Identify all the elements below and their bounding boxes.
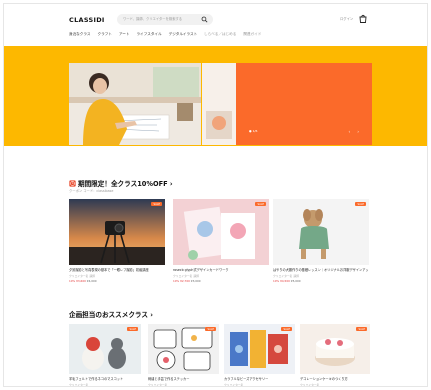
class-card-image: SALE: [300, 324, 370, 374]
nav-item[interactable]: ライフスタイル: [136, 32, 161, 37]
class-instructor: クリエイター名 講師: [173, 274, 199, 278]
class-title[interactable]: rosecb glyph式デザインカードワーク: [173, 268, 269, 272]
sale-badge: SALE: [281, 327, 292, 331]
hero-slide-thumb: [202, 63, 236, 145]
section-title-text: 企画担当のおススメクラス: [69, 311, 148, 319]
search-placeholder: ワード、講師、クリエイターを検索する: [123, 17, 183, 21]
login-link[interactable]: ログイン: [340, 16, 353, 21]
class-instructor: クリエイター名: [69, 383, 89, 387]
nav-item[interactable]: 身近なクラス: [69, 32, 91, 37]
class-card[interactable]: SALE 羊毛フェルトで作るネコのマスコット クリエイター名: [69, 324, 141, 387]
class-card[interactable]: SALE カラフルなビーズアクセサリー クリエイター名: [224, 324, 295, 387]
class-card[interactable]: SALE 夕景撮影と写真表現の基本で「一眼レフ撮影」初級講座 クリエイター名 講…: [69, 199, 165, 283]
class-card[interactable]: SALE rosecb glyph式デザインカードワーク クリエイター名 講師 …: [173, 199, 269, 283]
class-title[interactable]: デコレーションケーキのつくり方: [300, 377, 370, 381]
sale-badge: SALE: [127, 327, 138, 331]
secondary-nav: しらべる／はじめる 関連ガイド: [204, 32, 261, 37]
class-card-image: SALE: [173, 199, 269, 265]
class-card-image: SALE: [148, 324, 219, 374]
regular-price: ¥4,000: [86, 279, 97, 283]
sale-badge: SALE: [355, 202, 366, 206]
class-instructor: クリエイター名: [148, 383, 168, 387]
section-title-text: 期間限定！全クラス10%OFF: [78, 180, 168, 188]
class-card[interactable]: SALE はやりの犬服作りの基礎レッスン｜オリジナルお洋服デザインアップ クリエ…: [273, 199, 369, 283]
class-title[interactable]: 夕景撮影と写真表現の基本で「一眼レフ撮影」初級講座: [69, 268, 165, 272]
clock-icon: [69, 180, 76, 187]
search-icon[interactable]: [201, 16, 208, 23]
sale-badge: SALE: [255, 202, 266, 206]
nav-item[interactable]: アート: [119, 32, 130, 37]
class-instructor: クリエイター名: [224, 383, 244, 387]
regular-price: ¥3,000: [190, 279, 201, 283]
regular-price: ¥5,000: [290, 279, 301, 283]
sale-price: 10% ¥3,600: [69, 279, 86, 283]
class-card[interactable]: SALE デコレーションケーキのつくり方 クリエイター名: [300, 324, 370, 387]
class-price: 10% ¥2,700 ¥3,000: [173, 279, 269, 283]
sale-badge: SALE: [356, 327, 367, 331]
class-card-image: SALE: [69, 324, 141, 374]
site-header: CLASSIDI ワード、講師、クリエイターを検索する ログイン 身近なクラス …: [4, 4, 427, 48]
class-card-image: SALE: [224, 324, 295, 374]
class-title[interactable]: 羊毛フェルトで作るネコのマスコット: [69, 377, 141, 381]
site-logo[interactable]: CLASSIDI: [69, 16, 105, 24]
photo-dog: [273, 199, 369, 265]
hero-photo: [69, 63, 201, 145]
class-card[interactable]: SALE 刺繍と手芸で作るステッカー クリエイター名: [148, 324, 219, 387]
class-instructor: クリエイター名: [300, 383, 320, 387]
nav-item[interactable]: クラフト: [98, 32, 112, 37]
nav-item[interactable]: デジタルイラスト: [169, 32, 198, 37]
cart-icon[interactable]: [359, 14, 367, 23]
slide-indicator[interactable]: ● 1/6: [249, 129, 257, 133]
hero-banner[interactable]: ● 1/6 ‹ ›: [4, 46, 427, 146]
sale-badge: SALE: [151, 202, 162, 206]
class-title[interactable]: はやりの犬服作りの基礎レッスン｜オリジナルお洋服デザインアップ: [273, 268, 369, 272]
class-card-image: SALE: [69, 199, 165, 265]
category-nav: 身近なクラス クラフト アート ライフスタイル デジタルイラスト: [69, 32, 197, 37]
class-instructor: クリエイター名 講師: [69, 274, 95, 278]
sale-badge: SALE: [205, 327, 216, 331]
class-title[interactable]: 刺繍と手芸で作るステッカー: [148, 377, 219, 381]
hero-slide-card[interactable]: ● 1/6 ‹ ›: [202, 63, 372, 145]
nav-item[interactable]: しらべる／はじめる: [204, 32, 236, 37]
chevron-right-icon: ›: [148, 311, 154, 319]
photo-cake: [300, 324, 370, 374]
chevron-right-icon: ›: [167, 180, 173, 188]
class-card-image: SALE: [273, 199, 369, 265]
search-bar[interactable]: ワード、講師、クリエイターを検索する: [117, 14, 213, 25]
photo-cards: [173, 199, 269, 265]
class-title[interactable]: カラフルなビーズアクセサリー: [224, 377, 295, 381]
slide-arrows[interactable]: ‹ ›: [349, 129, 362, 134]
photo-stickers: [148, 324, 219, 374]
photo-beads: [224, 324, 295, 374]
nav-item[interactable]: 関連ガイド: [243, 32, 261, 37]
class-instructor: クリエイター名 講師: [273, 274, 299, 278]
class-price: 10% ¥3,600 ¥4,000: [69, 279, 165, 283]
photo-sunset: [69, 199, 165, 265]
class-price: 10% ¥4,500 ¥5,000: [273, 279, 369, 283]
page-frame: CLASSIDI ワード、講師、クリエイターを検索する ログイン 身近なクラス …: [3, 3, 428, 387]
sale-price: 10% ¥2,700: [173, 279, 190, 283]
hero-image[interactable]: [69, 63, 201, 145]
section-subtitle: クーポン コード：classibase: [69, 189, 114, 193]
section-title-recommended[interactable]: 企画担当のおススメクラス ›: [69, 309, 153, 319]
section-title-sale[interactable]: 期間限定！全クラス10%OFF ›: [69, 178, 173, 188]
sale-price: 10% ¥4,500: [273, 279, 290, 283]
photo-felt-cat: [69, 324, 141, 374]
